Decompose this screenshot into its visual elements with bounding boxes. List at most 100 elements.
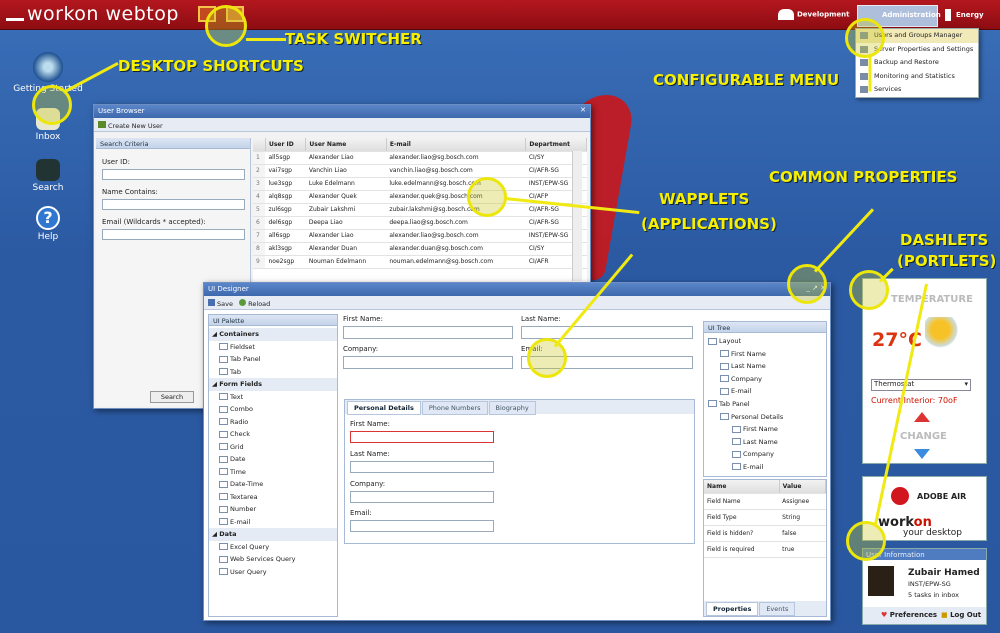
user-id-input[interactable] — [102, 169, 245, 180]
app-logo[interactable]: workon webtop — [6, 3, 179, 25]
property-value[interactable]: false — [779, 525, 826, 542]
tab-company-input[interactable] — [350, 491, 494, 503]
palette-section-header[interactable]: ◢ Form Fields — [209, 378, 337, 391]
props-name-header[interactable]: Name — [704, 480, 780, 494]
email-input[interactable] — [102, 229, 245, 240]
column-header[interactable]: User Name — [305, 138, 387, 152]
tab-phone-numbers[interactable]: Phone Numbers — [421, 401, 488, 415]
property-value[interactable]: Assignee — [779, 493, 826, 510]
save-button[interactable]: Save — [208, 299, 233, 308]
palette-item[interactable]: E-mail — [209, 516, 337, 529]
column-header[interactable]: User ID — [265, 138, 307, 152]
reload-button[interactable]: Reload — [239, 299, 270, 308]
palette-item[interactable]: Grid — [209, 441, 337, 454]
preferences-button[interactable]: ♥ Preferences — [881, 611, 937, 619]
tree-node[interactable]: Company — [706, 448, 824, 461]
palette-item[interactable]: Date-Time — [209, 478, 337, 491]
tree-node[interactable]: Layout — [706, 335, 824, 348]
palette-item[interactable]: Check — [209, 428, 337, 441]
ui-designer-titlebar[interactable]: UI Designer _ ↗ ✕ — [204, 283, 830, 296]
palette-item[interactable]: Combo — [209, 403, 337, 416]
tab-first-name-input[interactable] — [350, 431, 494, 443]
table-cell: 1 — [253, 151, 266, 165]
tab-events[interactable]: Events — [759, 602, 796, 616]
table-row[interactable]: 9 noe2sgp Nouman Edelmann nouman.edelmann@s… — [253, 255, 587, 269]
table-row[interactable]: 7 all6sgp Alexander Liao alexander.liao@sg.… — [253, 229, 587, 243]
tab-personal-details[interactable]: Personal Details — [347, 401, 421, 415]
tree-node[interactable]: First Name — [706, 348, 824, 361]
table-cell: 9 — [253, 255, 266, 269]
table-row[interactable]: 2 vai7sgp Vanchin Liao vanchin.liao@sg.bosc… — [253, 164, 587, 178]
palette-item[interactable]: Excel Query — [209, 541, 337, 554]
tree-node[interactable]: Last Name — [706, 360, 824, 373]
table-row[interactable]: 3 lue3sgp Luke Edelmann luke.edelmann@sg.bo… — [253, 177, 587, 191]
palette-item[interactable]: Textarea — [209, 491, 337, 504]
tree-node[interactable]: E-mail — [706, 385, 824, 398]
field-type-icon — [219, 518, 228, 525]
palette-item[interactable]: Web Services Query — [209, 553, 337, 566]
property-value[interactable]: true — [779, 541, 826, 558]
tab-properties[interactable]: Properties — [706, 602, 759, 616]
column-header[interactable] — [253, 138, 267, 152]
field-type-icon — [219, 455, 228, 463]
palette-item[interactable]: Date — [209, 453, 337, 466]
tree-node[interactable]: Company — [706, 373, 824, 386]
shortcut-search[interactable]: Search — [13, 155, 83, 193]
thermostat-select[interactable]: Thermostat ▾ — [871, 379, 971, 391]
form-first-name-input[interactable] — [343, 326, 513, 339]
palette-item[interactable]: Radio — [209, 416, 337, 429]
name-input[interactable] — [102, 199, 245, 210]
palette-item[interactable]: User Query — [209, 566, 337, 579]
tree-node[interactable]: E-mail — [706, 461, 824, 474]
increase-arrow-icon[interactable] — [914, 412, 930, 422]
table-row[interactable]: 6 del6sgp Deepa Liao deepa.liao@sg.bosch.co… — [253, 216, 587, 230]
column-header[interactable]: E-mail — [386, 138, 527, 152]
property-row[interactable]: Field Name Assignee — [704, 493, 826, 510]
getting-started-icon — [33, 52, 63, 82]
tab-email-label: Email: — [350, 509, 372, 517]
tree-node[interactable]: First Name — [706, 423, 824, 436]
close-icon[interactable]: ✕ — [580, 106, 586, 114]
user-browser-titlebar[interactable]: User Browser ✕ — [94, 105, 590, 118]
tree-node[interactable]: Tab Panel — [706, 398, 824, 411]
tab-biography[interactable]: Biography — [488, 401, 536, 415]
shortcut-help[interactable]: ? Help — [13, 206, 83, 242]
pointer-line — [246, 38, 286, 41]
label-configurable-menu: CONFIGURABLE MENU — [653, 71, 840, 89]
palette-item[interactable]: Number — [209, 503, 337, 516]
logout-button[interactable]: ■ Log Out — [941, 611, 981, 619]
highlight-wapplets-2 — [527, 338, 567, 378]
palette-item[interactable]: Tab Panel — [209, 353, 337, 366]
palette-item[interactable]: Fieldset — [209, 341, 337, 354]
decrease-arrow-icon[interactable] — [914, 449, 930, 459]
table-scrollbar[interactable] — [572, 151, 582, 281]
table-row[interactable]: 5 zul6sgp Zubair Lakshmi zubair.lakshmi@sg.… — [253, 203, 587, 217]
props-value-header[interactable]: Value — [779, 480, 827, 494]
table-row[interactable]: 1 all5sgp Alexander Liao alexander.liao@sg.… — [253, 151, 587, 165]
tasks-link[interactable]: 5 tasks in inbox — [908, 591, 959, 599]
tree-node[interactable]: Personal Details — [706, 411, 824, 424]
menu-energy[interactable]: Energy — [945, 9, 984, 21]
palette-item[interactable]: Time — [209, 466, 337, 479]
form-company-input[interactable] — [343, 356, 513, 369]
property-row[interactable]: Field is hidden? false — [704, 525, 826, 542]
property-value[interactable]: String — [779, 509, 826, 526]
tab-email-input[interactable] — [350, 520, 494, 532]
property-row[interactable]: Field Type String — [704, 509, 826, 526]
admin-menu-item[interactable]: Monitoring and Statistics — [856, 70, 978, 84]
column-header[interactable]: Department — [525, 138, 587, 152]
create-user-button[interactable]: Create New User — [98, 121, 163, 130]
label-applications: (APPLICATIONS) — [641, 215, 777, 233]
palette-section-header[interactable]: ◢ Data — [209, 528, 337, 541]
menu-development[interactable]: Development — [778, 9, 849, 20]
palette-item[interactable]: Tab — [209, 366, 337, 379]
tree-node[interactable]: Last Name — [706, 436, 824, 449]
tab-last-name-input[interactable] — [350, 461, 494, 473]
admin-menu-item[interactable]: Services — [856, 83, 978, 97]
admin-menu-item[interactable]: Backup and Restore — [856, 56, 978, 70]
search-button[interactable]: Search — [150, 391, 194, 403]
table-row[interactable]: 8 akl3sgp Alexander Duan alexander.duan@sg.… — [253, 242, 587, 256]
property-row[interactable]: Field is required true — [704, 541, 826, 558]
palette-section-header[interactable]: ◢ Containers — [209, 328, 337, 341]
palette-item[interactable]: Text — [209, 391, 337, 404]
